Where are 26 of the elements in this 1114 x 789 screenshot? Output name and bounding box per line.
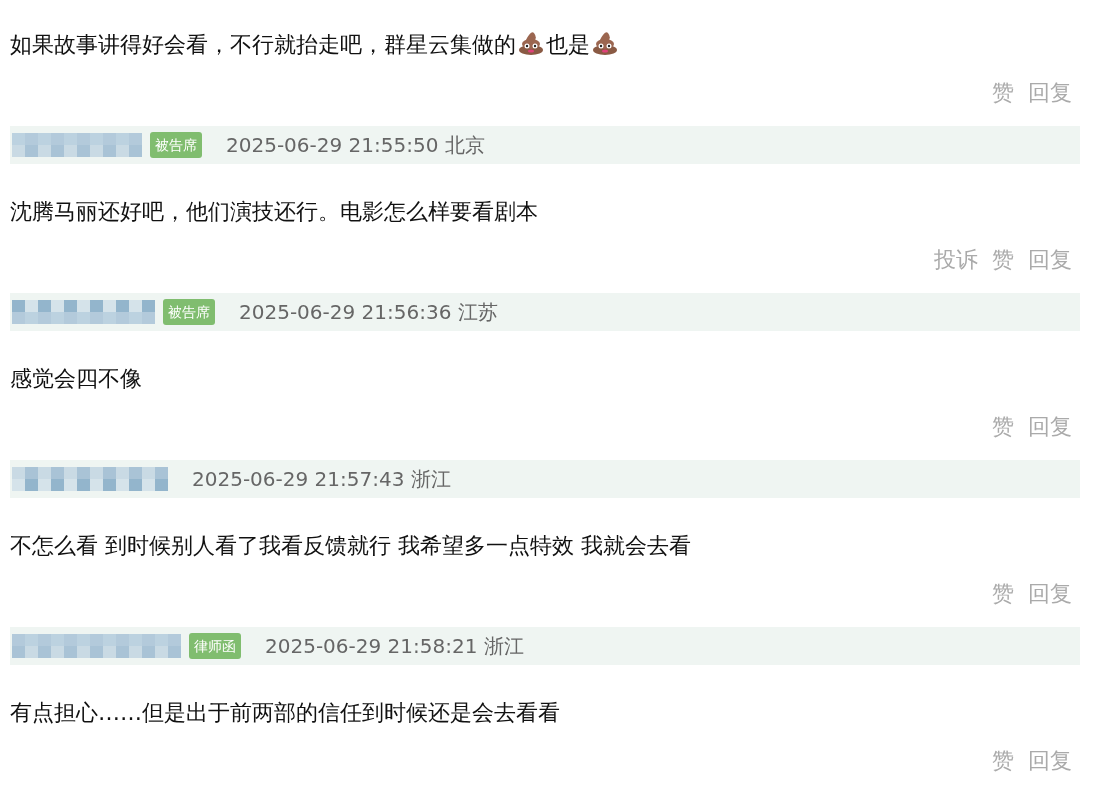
comment-timestamp: 2025-06-29 21:58:21 浙江 [265, 633, 524, 660]
comment-action-link[interactable]: 回复 [1028, 412, 1072, 442]
comment-text: 也是 [546, 32, 590, 57]
comment-timestamp: 2025-06-29 21:56:36 江苏 [239, 299, 498, 326]
user-badge: 律师函 [189, 633, 241, 659]
user-badge: 被告席 [150, 132, 202, 158]
comment-action-link[interactable]: 回复 [1028, 579, 1072, 609]
comment-action-link[interactable]: 回复 [1028, 245, 1072, 275]
poop-emoji-icon [592, 31, 618, 55]
comment-text: 感觉会四不像 [10, 366, 142, 391]
comment-text: 不怎么看 到时候别人看了我看反馈就行 我希望多一点特效 我就会去看 [10, 533, 691, 558]
user-badge: 被告席 [163, 299, 215, 325]
comment-action-link[interactable]: 赞 [992, 579, 1014, 609]
poop-emoji-icon [518, 31, 544, 55]
comment-action-link[interactable]: 投诉 [934, 245, 978, 275]
comment-text: 如果故事讲得好会看，不行就抬走吧，群星云集做的 [10, 32, 516, 57]
comment-action-link[interactable]: 赞 [992, 78, 1014, 108]
comment-timestamp: 2025-06-29 21:57:43 浙江 [192, 466, 451, 493]
comment-text: 沈腾马丽还好吧，他们演技还行。电影怎么样要看剧本 [10, 199, 538, 224]
comment-action-link[interactable]: 赞 [992, 412, 1014, 442]
comment-action-link[interactable]: 赞 [992, 746, 1014, 776]
comment-action-link[interactable]: 回复 [1028, 746, 1072, 776]
comment-action-link[interactable]: 回复 [1028, 78, 1072, 108]
comment-text: 有点担心……但是出于前两部的信任到时候还是会去看看 [10, 700, 560, 725]
comment-action-link[interactable]: 赞 [992, 245, 1014, 275]
comment-timestamp: 2025-06-29 21:55:50 北京 [226, 132, 485, 159]
